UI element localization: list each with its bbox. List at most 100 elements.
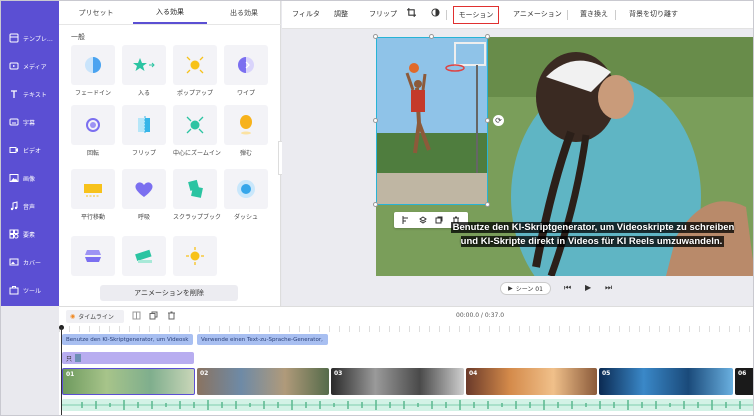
- nav-item-templates[interactable]: テンプレ…: [1, 27, 59, 49]
- scene-number: 06: [738, 370, 747, 377]
- section-title: 一般: [71, 33, 85, 41]
- resize-handle[interactable]: [485, 202, 490, 207]
- effect-zoom-center[interactable]: 中心にズームイン: [173, 105, 221, 157]
- effect-flip[interactable]: フリップ: [122, 105, 166, 157]
- pip-image-selected[interactable]: [376, 37, 488, 205]
- nav-label: ツール: [23, 287, 42, 295]
- effect-rotate[interactable]: 回転: [71, 105, 115, 157]
- audio-track[interactable]: [62, 399, 753, 411]
- effect-thumb: [71, 169, 115, 209]
- delete-animation-button[interactable]: アニメーションを削除: [100, 285, 238, 301]
- scene-label: シーン 01: [515, 286, 543, 293]
- scene-clip-03[interactable]: 03: [331, 368, 464, 395]
- wipe-icon: [238, 57, 254, 73]
- effect-thumb: [122, 105, 166, 145]
- scene-clip-01[interactable]: 01: [62, 368, 195, 395]
- effect-thumb: [224, 169, 268, 209]
- nav-item-elements[interactable]: 要素: [1, 223, 59, 245]
- play-icon[interactable]: ▶: [585, 283, 591, 292]
- image-icon: [9, 174, 19, 182]
- video-icon: [9, 147, 18, 153]
- contrast-icon[interactable]: [431, 8, 440, 19]
- effect-fade-in[interactable]: フェードイン: [71, 45, 115, 97]
- nav-label: テンプレ…: [23, 35, 53, 43]
- scene-clip-02[interactable]: 02: [197, 368, 329, 395]
- sparkle-icon: [186, 247, 204, 265]
- rotate-handle-icon[interactable]: ⟳: [493, 115, 504, 126]
- tab-out-effect[interactable]: 出る効果: [207, 1, 281, 24]
- scene-clip-06[interactable]: 06: [735, 368, 753, 395]
- duplicate-icon[interactable]: [435, 216, 443, 224]
- dash-icon: [237, 180, 255, 198]
- effect-thumb: [224, 45, 268, 85]
- star-arrow-icon: [133, 58, 155, 71]
- flip-button[interactable]: フリップ: [369, 9, 397, 19]
- nav-item-text[interactable]: テキスト: [1, 83, 59, 105]
- align-icon[interactable]: [402, 216, 410, 224]
- effect-translate[interactable]: 平行移動: [71, 169, 115, 221]
- pip-clip[interactable]: 只: [62, 352, 194, 364]
- scene-clip-05[interactable]: 05: [599, 368, 733, 395]
- timeline-button[interactable]: ◉ タイムライン: [66, 310, 124, 323]
- media-icon: [9, 62, 19, 70]
- nav-item-audio[interactable]: 音声: [1, 195, 59, 217]
- resize-handle[interactable]: [485, 34, 490, 39]
- tab-in-effect[interactable]: 入る効果: [133, 1, 207, 24]
- resize-handle[interactable]: [429, 34, 434, 39]
- motion-button[interactable]: モーション: [453, 6, 499, 24]
- resize-handle[interactable]: [485, 118, 490, 123]
- app-window: テンプレ… メディア テキスト 字幕 ビデオ 画像 音声 要素 カバー ツール …: [0, 0, 754, 416]
- audio-waveform: [62, 400, 753, 410]
- nav-item-cover[interactable]: カバー: [1, 251, 59, 273]
- animation-button[interactable]: アニメーション: [513, 9, 562, 19]
- effect-item[interactable]: [71, 236, 115, 279]
- effect-dash[interactable]: ダッシュ: [224, 169, 268, 221]
- remove-background-button[interactable]: 背景を切り離す: [629, 9, 678, 19]
- split-icon[interactable]: [132, 311, 141, 320]
- text-clip[interactable]: Benutze den KI-Skriptgenerator, um Video…: [62, 334, 193, 345]
- effect-thumb: [224, 105, 268, 145]
- layers-icon[interactable]: [418, 216, 427, 224]
- nav-item-media[interactable]: メディア: [1, 55, 59, 77]
- effect-enter[interactable]: 入る: [122, 45, 166, 97]
- effect-breathe[interactable]: 呼吸: [122, 169, 166, 221]
- effect-thumb: [173, 169, 217, 209]
- animation-panel: プリセット 入る効果 出る効果 一般 フェードイン 入る ポップアップ ワイプ …: [59, 1, 281, 306]
- tab-preset[interactable]: プリセット: [59, 1, 133, 24]
- scene-clip-04[interactable]: 04: [466, 368, 597, 395]
- effect-bounce[interactable]: 弾む: [224, 105, 268, 157]
- resize-handle[interactable]: [373, 34, 378, 39]
- fade-in-icon: [85, 57, 101, 73]
- nav-item-subtitles[interactable]: 字幕: [1, 111, 59, 133]
- effect-popup[interactable]: ポップアップ: [173, 45, 217, 97]
- effect-item[interactable]: [122, 236, 166, 279]
- subtitle-text: Benutze den KI-Skriptgenerator, um Video…: [450, 222, 735, 247]
- toolbox-icon: [9, 286, 19, 295]
- adjust-button[interactable]: 調整: [334, 9, 348, 19]
- text-clip[interactable]: Verwende einen Text-zu-Sprache-Generator…: [197, 334, 328, 345]
- play-small-icon: ▶: [508, 285, 513, 292]
- toolbar-divider: [615, 10, 616, 20]
- effect-thumb: [122, 236, 166, 276]
- crop-icon[interactable]: [407, 8, 416, 19]
- effect-label: ダッシュ: [233, 214, 258, 221]
- copy-icon[interactable]: [149, 311, 158, 320]
- text-icon: [11, 90, 17, 98]
- effect-item[interactable]: [173, 236, 217, 279]
- nav-item-video[interactable]: ビデオ: [1, 139, 59, 161]
- resize-handle[interactable]: [373, 118, 378, 123]
- scene-selector[interactable]: ▶ シーン 01: [500, 282, 551, 295]
- resize-handle[interactable]: [373, 202, 378, 207]
- time-ruler[interactable]: [59, 326, 753, 332]
- replace-button[interactable]: 置き換え: [580, 9, 608, 19]
- nav-item-image[interactable]: 画像: [1, 167, 59, 189]
- filter-button[interactable]: フィルタ: [292, 9, 320, 19]
- previous-icon[interactable]: ⏮: [564, 283, 571, 293]
- subtitle-caption[interactable]: Benutze den KI-Skriptgenerator, um Video…: [450, 221, 735, 249]
- heart-icon: [135, 182, 153, 197]
- effect-scrapbook[interactable]: スクラップブック: [173, 169, 221, 221]
- effect-wipe[interactable]: ワイプ: [224, 45, 268, 97]
- delete-icon[interactable]: [167, 311, 176, 320]
- nav-item-tools[interactable]: ツール: [1, 279, 59, 301]
- next-icon[interactable]: ⏭: [605, 283, 612, 293]
